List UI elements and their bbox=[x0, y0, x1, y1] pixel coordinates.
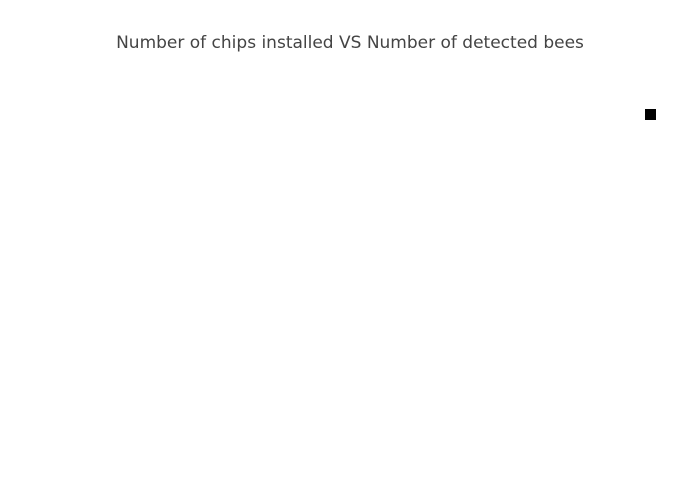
chart-title: Number of chips installed VS Number of d… bbox=[116, 33, 584, 53]
legend-swatch[interactable] bbox=[645, 109, 656, 120]
chart-container: Number of chips installed VS Number of d… bbox=[0, 0, 700, 500]
chart-legend bbox=[645, 109, 662, 120]
